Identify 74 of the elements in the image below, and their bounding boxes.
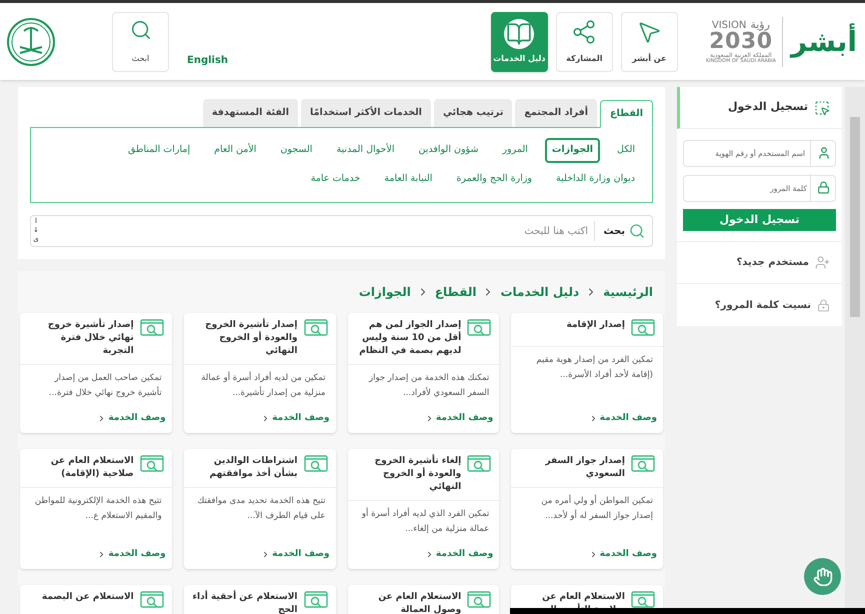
sector-option[interactable]: وزارة الحج والعمرة — [449, 167, 540, 192]
service-details-link[interactable]: وصف الخدمة — [255, 544, 336, 569]
service-details-link[interactable]: وصف الخدمة — [418, 544, 500, 569]
vision-logo-year: 2030 — [709, 31, 773, 53]
emblem-drawing — [6, 16, 56, 66]
sector-option[interactable]: الأحوال المدنية — [329, 138, 402, 163]
search-icon — [629, 223, 645, 239]
service-details-link[interactable]: وصف الخدمة — [255, 408, 336, 433]
lock-icon — [817, 181, 830, 194]
category-tab[interactable]: الخدمات الأكثر استخدامًا — [301, 99, 431, 127]
service-description: تمكين الفرد من إصدار هوية مقيم (إقامة لأحد أفراد الأسرة... — [535, 354, 654, 382]
service-description: تتيح هذه الخدمة الإلكترونية للمواطن والمقيم الاستعلام ع... — [34, 495, 163, 523]
new-user-link[interactable]: مستخدم جديد؟ — [736, 255, 809, 270]
hand-icon — [812, 566, 832, 586]
service-title[interactable]: إصدار تأشيرة الخروج والعودة أو الخروج النهائي — [192, 319, 298, 358]
category-tab[interactable]: أفراد المجتمع — [515, 99, 598, 127]
service-title[interactable]: إصدار جواز السفر السعودي — [519, 455, 625, 481]
nav-button[interactable]: دليل الخدمات — [490, 12, 548, 72]
service-details-link[interactable]: وصف الخدمة — [91, 408, 172, 433]
breadcrumb-link[interactable]: الجوازات — [358, 283, 411, 301]
service-title[interactable]: الاستعلام العام عن وصول العمالة — [356, 591, 462, 614]
service-details-link[interactable]: وصف الخدمة — [582, 544, 663, 569]
lock-icon — [817, 298, 830, 312]
sector-option[interactable]: خدمات عامة — [304, 167, 368, 192]
service-description: تمكين المواطن أو ولي أمره من إصدار جواز السفر له أو لأحد... — [540, 494, 654, 523]
service-description: تمكين من لديه أفراد أسرة أو عمالة منزلية من إصدار تأشيرة... — [200, 370, 326, 400]
category-tab[interactable]: الفئة المستهدفة — [202, 99, 298, 127]
search-icon — [130, 18, 152, 40]
share-icon — [571, 18, 598, 44]
service-description: تتيح هذه الخدمة تحديد مدى موافقتك على قيام الطرف الآ... — [196, 495, 326, 523]
book-icon — [506, 20, 532, 46]
sector-option[interactable]: الجوازات — [544, 138, 600, 163]
service-title[interactable]: الاستعلام عن البصمة — [42, 591, 134, 604]
sector-option[interactable]: السجون — [273, 138, 320, 163]
sector-option[interactable]: الكل — [610, 138, 642, 163]
nav-button[interactable]: عن أبشر — [620, 12, 678, 72]
service-title[interactable]: الاستعلام العام عن صلاحية (الإقامة) — [28, 455, 134, 481]
sign-language-button[interactable] — [804, 558, 841, 595]
user-plus-icon — [815, 255, 830, 270]
service-details-link[interactable]: وصف الخدمة — [418, 408, 500, 433]
sector-option[interactable]: الأمن العام — [207, 138, 264, 163]
absher-logo-text: أبشر — [788, 22, 858, 60]
service-title[interactable]: إصدار تأشيرة خروج نهائي خلال فترة التجربة — [28, 319, 134, 358]
nav-button[interactable]: المشاركة — [556, 12, 613, 72]
service-title[interactable]: الاستعلام عن أحقية أداء الحج — [192, 591, 298, 614]
breadcrumb-link[interactable]: القطاع — [434, 283, 476, 301]
sector-option[interactable]: ديوان وزارة الداخلية — [549, 167, 642, 192]
sector-option[interactable]: المرور — [495, 138, 535, 163]
sector-option[interactable]: النيابة العامة — [377, 167, 440, 192]
breadcrumb-link[interactable]: الرئيسية — [603, 283, 653, 301]
login-title: تسجيل الدخول — [728, 99, 808, 116]
vision-logo-text: VISION — [712, 21, 746, 31]
service-title[interactable]: إصدار الإقامة — [566, 319, 625, 332]
search-button-label[interactable]: بحث — [603, 224, 625, 238]
vision-logo-arabic: رؤية — [750, 19, 770, 30]
service-details-link[interactable]: وصف الخدمة — [582, 408, 663, 433]
service-title[interactable]: اشتراطات الوالدين بشأن أخذ موافقتهم — [192, 455, 298, 481]
sector-option[interactable]: إمارات المناطق — [121, 138, 198, 163]
service-title[interactable]: إلغاء تأشيرة الخروج والعودة أو الخروج النهائي — [356, 455, 462, 494]
sector-option[interactable]: شؤون الوافدين — [411, 138, 486, 163]
category-tab[interactable]: القطاع — [600, 100, 653, 128]
breadcrumb-link[interactable]: دليل الخدمات — [500, 283, 580, 301]
service-description: تمكنك هذه الخدمة من إصدار جواز السفر السعودي لأفراد... — [368, 372, 490, 400]
category-tab[interactable]: ترتيب هجائي — [434, 99, 512, 127]
login-button[interactable]: تسجيل الدخول — [683, 209, 836, 231]
search-nav-button[interactable]: ابحث — [112, 12, 169, 72]
user-icon — [816, 146, 830, 160]
language-link[interactable]: English — [187, 53, 228, 68]
login-pointer-icon — [814, 100, 830, 116]
service-description: تمكين الفرد الذي لديه أفراد أسرة أو عمالة منزلية من إلغاء... — [360, 506, 490, 536]
service-title[interactable]: إصدار الجواز لمن هم أقل من 10 سنة وليس لديهم بصمة في النظام — [356, 319, 462, 358]
service-description: تمكين صاحب العمل من إصدار تأشيرة خروج نهائي خلال فترة... — [48, 372, 163, 400]
forgot-password-link[interactable]: نسيت كلمة المرور؟ — [714, 298, 811, 312]
service-details-link[interactable]: وصف الخدمة — [91, 544, 172, 569]
